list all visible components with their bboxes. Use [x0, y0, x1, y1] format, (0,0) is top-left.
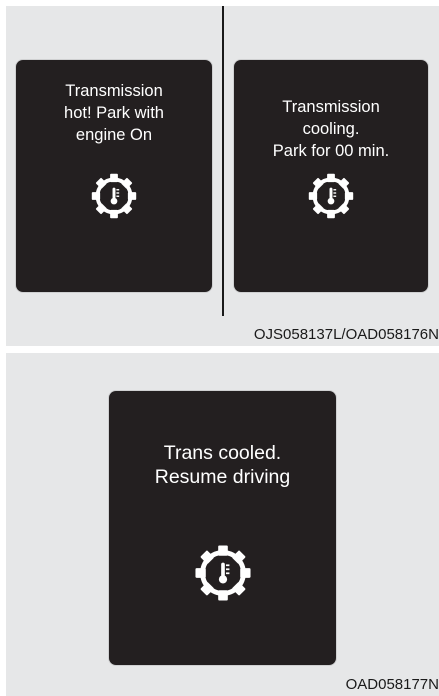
warning-message: Trans cooled. Resume driving	[154, 442, 291, 488]
figure-code-top: OJS058137L/OAD058176N	[253, 326, 439, 343]
transmission-temperature-icon	[192, 542, 254, 604]
transmission-temperature-icon	[89, 171, 139, 221]
figure-code-bottom: OAD058177N	[345, 676, 439, 693]
cluster-display-cooled-message: Trans cooled. Resume driving	[109, 391, 336, 665]
warning-message: Transmission hot! Park with engine On	[64, 82, 164, 144]
transmission-temperature-icon	[306, 171, 356, 221]
warning-message: Transmission cooling. Park for 00 min.	[272, 98, 390, 160]
figure-divider	[222, 6, 224, 316]
cluster-display-hot-warning: Transmission hot! Park with engine On	[16, 60, 212, 292]
cluster-display-cooling-warning: Transmission cooling. Park for 00 min.	[234, 60, 428, 292]
